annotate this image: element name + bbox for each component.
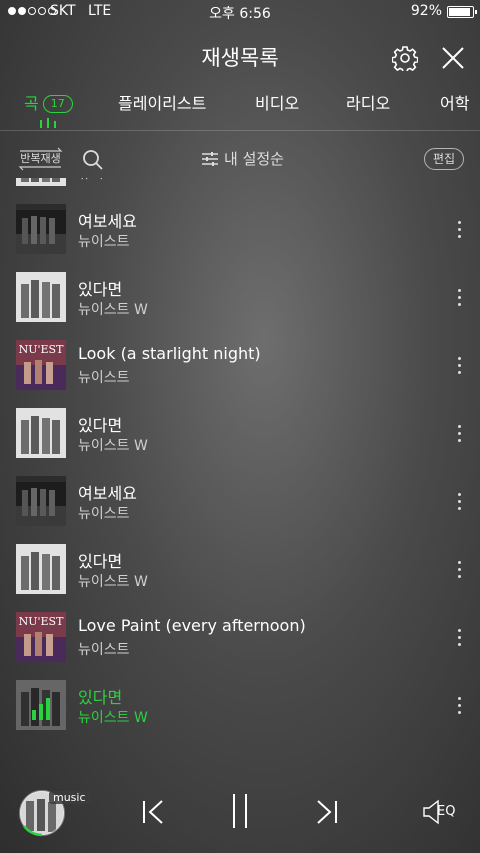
song-row[interactable]: 있다면뉴이스트 W xyxy=(0,400,480,468)
more-options-icon[interactable] xyxy=(456,425,462,445)
repeat-icon xyxy=(18,147,63,171)
song-title: 여보세요 xyxy=(78,484,137,503)
eq-label: EQ xyxy=(437,804,456,819)
previous-track-icon[interactable] xyxy=(142,799,166,825)
song-count-badge: 17 xyxy=(42,95,73,113)
now-playing-song-row[interactable]: 있다면뉴이스트 W xyxy=(0,672,480,740)
more-options-icon[interactable] xyxy=(456,357,462,377)
album-art: NU'EST xyxy=(16,340,66,390)
album-art xyxy=(16,544,66,594)
search-icon[interactable] xyxy=(82,149,104,171)
song-row[interactable]: 뉴이스트 W xyxy=(0,178,480,196)
song-artist: 뉴이스트 W xyxy=(78,438,148,454)
mini-player: music EQ xyxy=(0,783,480,843)
gear-icon[interactable] xyxy=(392,45,418,71)
pause-icon[interactable] xyxy=(230,793,250,829)
album-art xyxy=(16,272,66,322)
repeat-button[interactable]: 반복재생 xyxy=(16,146,65,172)
song-row[interactable]: NU'EST Love Paint (every afternoon) 뉴이스트 xyxy=(0,604,480,672)
song-artist: 뉴이스트 W xyxy=(78,710,148,726)
song-title: 있다면 xyxy=(78,416,123,435)
album-art: NU'EST xyxy=(16,612,66,662)
song-title: Look (a starlight night) xyxy=(78,344,261,363)
song-artist: 뉴이스트 xyxy=(78,370,130,386)
song-row[interactable]: 여보세요뉴이스트 xyxy=(0,468,480,536)
song-row[interactable]: 있다면뉴이스트 W xyxy=(0,536,480,604)
tab-songs[interactable]: 곡 17 xyxy=(24,90,73,114)
sort-button[interactable]: 내 설정순 xyxy=(202,148,284,169)
song-artist: 뉴이스트 xyxy=(78,234,130,250)
more-options-icon[interactable] xyxy=(456,561,462,581)
now-playing-indicator-icon xyxy=(40,118,56,128)
music-label: music xyxy=(49,791,90,804)
status-bar: SKT LTE 오후 6:56 92% xyxy=(0,0,480,24)
song-artist: 뉴이스트 W xyxy=(78,178,148,183)
battery-icon xyxy=(447,6,477,18)
song-title: 있다면 xyxy=(78,552,123,571)
album-art xyxy=(16,204,66,254)
edit-button[interactable]: 편집 xyxy=(424,148,464,170)
song-artist: 뉴이스트 xyxy=(78,642,130,658)
svg-text:NU'EST: NU'EST xyxy=(19,615,64,628)
song-title: 여보세요 xyxy=(78,212,137,231)
svg-text:NU'EST: NU'EST xyxy=(19,343,64,356)
song-title: 있다면 xyxy=(78,280,123,299)
tab-radio[interactable]: 라디오 xyxy=(346,90,390,114)
clock: 오후 6:56 xyxy=(209,6,271,22)
more-options-icon[interactable] xyxy=(456,629,462,649)
tab-video[interactable]: 비디오 xyxy=(255,90,299,114)
song-artist: 뉴이스트 W xyxy=(78,574,148,590)
equalizer-button[interactable]: EQ xyxy=(422,799,462,825)
tab-language[interactable]: 어학 xyxy=(440,90,469,114)
album-art xyxy=(16,476,66,526)
sort-label: 내 설정순 xyxy=(224,150,284,168)
song-row[interactable]: NU'EST Look (a starlight night) 뉴이스트 xyxy=(0,332,480,400)
song-artist: 뉴이스트 W xyxy=(78,302,148,318)
tab-label: 곡 xyxy=(24,94,39,113)
song-list: 뉴이스트 W여보세요뉴이스트있다면뉴이스트 WNU'ESTLook (a sta… xyxy=(0,178,480,753)
more-options-icon[interactable] xyxy=(456,697,462,717)
tab-divider xyxy=(0,130,480,131)
more-options-icon[interactable] xyxy=(456,493,462,513)
song-title: 있다면 xyxy=(78,688,123,707)
tab-playlist[interactable]: 플레이리스트 xyxy=(118,90,206,114)
song-row[interactable]: 있다면뉴이스트 W xyxy=(0,264,480,332)
category-tabs: 곡 17 플레이리스트 비디오 라디오 어학 xyxy=(0,90,480,118)
battery-percent: 92% xyxy=(410,3,442,19)
close-icon[interactable] xyxy=(441,46,465,70)
next-track-icon[interactable] xyxy=(314,799,338,825)
song-artist: 뉴이스트 xyxy=(78,506,130,522)
album-art xyxy=(16,178,66,186)
album-art xyxy=(16,680,66,730)
album-art xyxy=(16,408,66,458)
more-options-icon[interactable] xyxy=(456,221,462,241)
sliders-icon xyxy=(202,151,218,166)
more-options-icon[interactable] xyxy=(456,289,462,309)
song-row[interactable]: 여보세요뉴이스트 xyxy=(0,196,480,264)
song-title: Love Paint (every afternoon) xyxy=(78,616,306,635)
